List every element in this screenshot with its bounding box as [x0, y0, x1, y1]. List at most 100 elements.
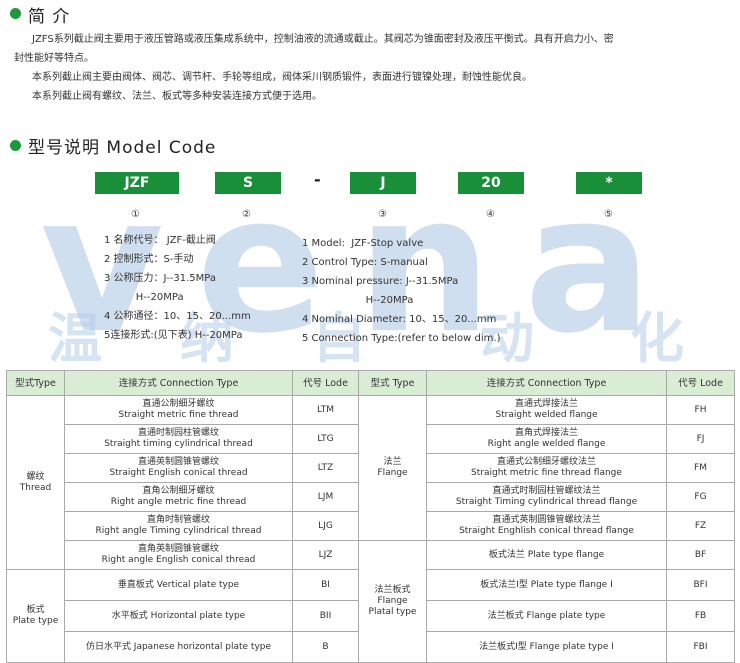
connection-cell: 直角时制管螺纹 Right angle Timing cylindrical th…	[64, 511, 293, 541]
connection-cell: 水平板式 Horizontal plate type	[64, 600, 293, 632]
conn-en: Right angle welded flange	[487, 439, 606, 449]
code-cell: FB	[666, 600, 735, 632]
code-cell: FZ	[666, 511, 735, 541]
conn-en: Right angle English conical thread	[101, 555, 256, 565]
group-name-en: Flange	[377, 596, 408, 606]
cn-desc-line: 4 公称通径：10、15、20...mm	[104, 311, 251, 322]
intro-title: 简 介	[28, 7, 71, 27]
conn-en: Straight Timing cylindrical thread flang…	[455, 497, 638, 507]
code-cell: LTM	[292, 395, 359, 425]
conn-en: Straight welded flange	[495, 410, 598, 420]
en-description: 1 Model: JZF-Stop valve 2 Control Type: …	[302, 234, 500, 348]
code-cell: FM	[666, 453, 735, 483]
conn-cn: 直通式焊接法兰	[514, 399, 578, 409]
conn-en: Straight timing cylindrical thread	[104, 439, 253, 449]
conn-cn: 直通式英制圆锥管螺纹法兰	[492, 515, 601, 525]
connection-cell: 板式法兰I型 Plate type flange I	[426, 569, 667, 601]
code-cell: LJM	[292, 482, 359, 512]
conn-cn: 直通式公制细牙螺纹法兰	[496, 457, 596, 467]
intro-paragraph: JZFS系列截止阀主要用于液压管路或液压集成系统中，控制油液的流通或截止。其阀芯…	[14, 30, 734, 106]
connection-cell: 直角公制细牙螺纹 Right angle metric fine thread	[64, 482, 293, 512]
header-cell: 连接方式 Connection Type	[426, 370, 667, 396]
group-name-en2: Platal type	[368, 607, 417, 617]
connection-cell: 直通式英制圆锥管螺纹法兰 Straight Enghlish conical th…	[426, 511, 667, 541]
code-cell: BI	[292, 569, 359, 601]
intro-bullet-icon	[10, 8, 21, 19]
conn-cn: 直通英制圆锥管螺纹	[137, 457, 219, 467]
intro-line: 本系列截止阀主要由阀体、阀芯、调节杆、手轮等组成，阀体采川钢质锻件，表面进行镀镍…	[32, 72, 532, 83]
connection-cell: 直通英制圆锥管螺纹 Straight English conical thread	[64, 453, 293, 483]
cn-desc-line: H--20MPa	[104, 292, 184, 303]
header-cell: 代号 Lode	[292, 370, 359, 396]
code-cell: BF	[666, 540, 735, 570]
header-cell: 型式Type	[6, 370, 65, 396]
header-cell: 型式 Type	[358, 370, 427, 396]
en-desc-line: 1 Model: JZF-Stop valve	[302, 238, 424, 249]
group-name-en: Plate type	[12, 616, 59, 626]
code-cell: FBI	[666, 631, 735, 663]
table-row: 螺纹 Thread 直通公制细牙螺纹 Straight metric fine t…	[6, 395, 735, 570]
code-cell: LJZ	[292, 540, 359, 570]
group-name-en: Flange	[377, 468, 408, 478]
cn-desc-line: 1 名称代号： JZF-截止阀	[104, 235, 216, 246]
conn-cn: 直角公制细牙螺纹	[142, 486, 215, 496]
cn-description: 1 名称代号： JZF-截止阀 2 控制形式：S-手动 3 公称压力：J--31…	[104, 231, 251, 345]
code-cell: B	[292, 631, 359, 663]
en-desc-line: 4 Nominal Diameter: 10、15、20...mm	[302, 314, 497, 325]
cn-desc-line: 3 公称压力：J--31.5MPa	[104, 273, 216, 284]
conn-cn: 直通公制细牙螺纹	[142, 399, 215, 409]
intro-line: 封性能好等特点。	[14, 53, 94, 64]
code-cell: LJG	[292, 511, 359, 541]
connection-cell: 仿日水平式 Japanese horizontal plate type	[64, 631, 293, 663]
watermark-char: 温	[48, 307, 102, 370]
group-thread: 螺纹 Thread	[6, 395, 65, 570]
code-cell: BII	[292, 600, 359, 632]
table-row: 直角英制圆锥管螺纹 Right angle English conical thr…	[7, 540, 735, 663]
connection-cell: 直通时制园柱管螺纹 Straight timing cylindrical thr…	[64, 424, 293, 454]
code-cell: FH	[666, 395, 735, 425]
conn-en: Straight Enghlish conical thread flange	[459, 526, 634, 536]
group-name-cn: 螺纹	[26, 471, 45, 482]
conn-cn: 直通时制园柱管螺纹	[137, 428, 219, 438]
connection-cell: 法兰板式 Flange plate type	[426, 600, 667, 632]
conn-cn: 直角时制管螺纹	[146, 515, 210, 525]
code-cell: LTG	[292, 424, 359, 454]
en-desc-line: 2 Control Type: S-manual	[302, 257, 428, 268]
conn-en: Straight English conical thread	[109, 468, 248, 478]
connection-cell: 直通式焊接法兰 Straight welded flange	[426, 395, 667, 425]
header-cell: 连接方式 Connection Type	[64, 370, 293, 396]
code-cell: BFI	[666, 569, 735, 601]
en-desc-line: 5 Connection Type:(refer to below dim.)	[302, 333, 501, 344]
connection-cell: 直通式时制园柱管螺纹法兰 Straight Timing cylindrical …	[426, 482, 667, 512]
group-name-cn: 板式	[26, 605, 45, 615]
conn-cn: 直角英制圆锥管螺纹	[137, 544, 219, 554]
conn-en: Right angle metric fine thread	[110, 497, 247, 507]
watermark-char: 化	[630, 307, 684, 370]
connection-cell: 直角英制圆锥管螺纹 Right angle English conical thr…	[64, 540, 293, 570]
group-flange-plate: 法兰板式 Flange Platal type	[358, 540, 427, 663]
conn-cn: 直通式时制园柱管螺纹法兰	[492, 486, 601, 496]
connection-type-table: 型式Type 连接方式 Connection Type 代号 Lode 型式 T…	[6, 370, 735, 663]
group-name-cn: 法兰	[383, 457, 402, 467]
conn-en: Straight metric fine thread flange	[471, 468, 622, 478]
group-flange: 法兰 Flange	[358, 395, 427, 541]
group-plate: 板式 Plate type	[6, 569, 65, 663]
code-cell: FG	[666, 482, 735, 512]
group-name-cn: 法兰板式	[374, 585, 411, 595]
connection-cell: 法兰板式I型 Flange plate type I	[426, 631, 667, 663]
cn-desc-line: 2 控制形式：S-手动	[104, 254, 194, 265]
connection-cell: 直角式焊接法兰 Right angle welded flange	[426, 424, 667, 454]
cn-desc-line: 5连接形式:(见下表) H--20MPa	[104, 330, 243, 341]
conn-cn: 直角式焊接法兰	[514, 428, 578, 438]
group-name-en: Thread	[19, 482, 52, 493]
connection-cell: 板式法兰 Plate type flange	[426, 540, 667, 570]
en-desc-line: H--20MPa	[302, 295, 414, 306]
code-cell: FJ	[666, 424, 735, 454]
code-cell: LTZ	[292, 453, 359, 483]
table-header-row: 型式Type 连接方式 Connection Type 代号 Lode 型式 T…	[6, 370, 735, 396]
conn-en: Straight metric fine thread	[118, 410, 239, 420]
conn-en: Right angle Timing cylindrical thread	[95, 526, 262, 536]
header-cell: 代号 Lode	[666, 370, 735, 396]
connection-cell: 直通式公制细牙螺纹法兰 Straight metric fine thread f…	[426, 453, 667, 483]
intro-line: 本系列截止阀有螺纹、法兰、板式等多种安装连接方式便于选用。	[32, 91, 322, 102]
